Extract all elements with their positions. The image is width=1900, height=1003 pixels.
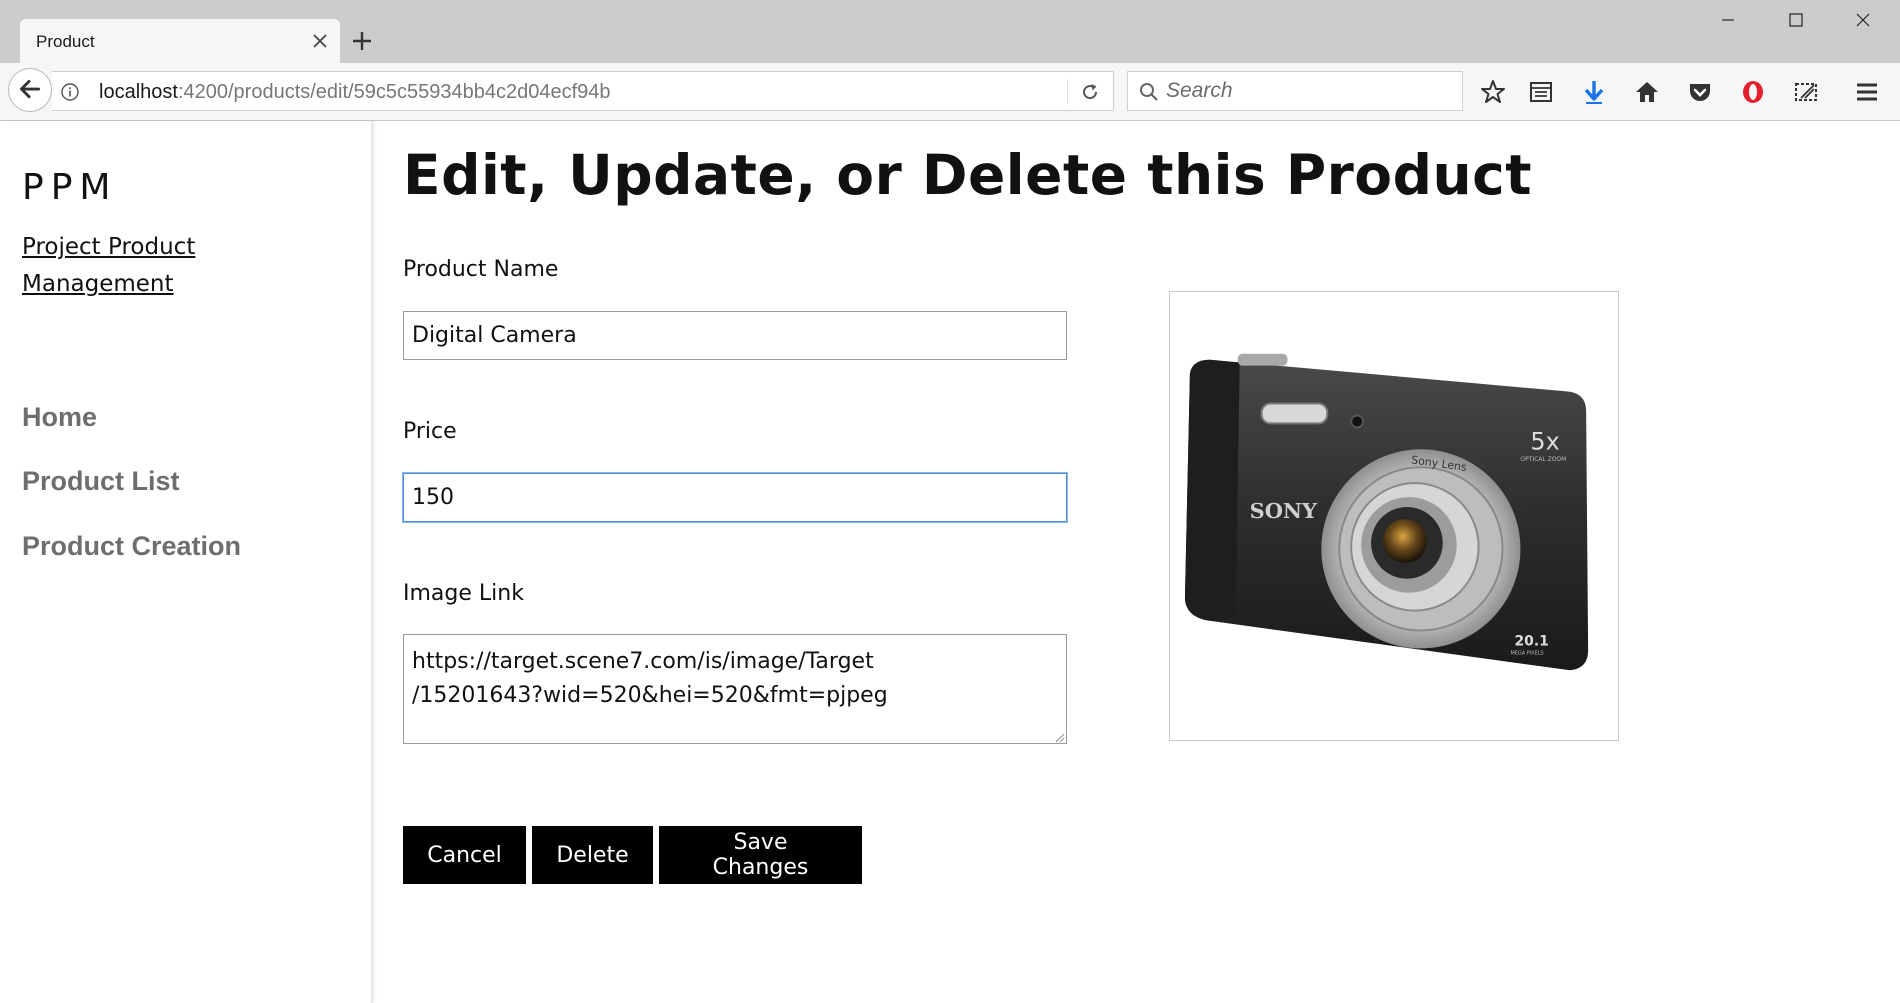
screenshot-icon[interactable] [1792, 78, 1820, 106]
camera-megapixels-text: 20.1 [1514, 633, 1548, 649]
image-link-textarea[interactable] [403, 634, 1067, 744]
resize-grip-icon[interactable] [1053, 731, 1065, 743]
sidebar-item-product-list[interactable]: Product List [22, 466, 180, 497]
reload-icon[interactable] [1079, 81, 1101, 103]
sidebar: PPM Project Product Management Home Prod… [0, 121, 373, 1003]
sidebar-item-home[interactable]: Home [22, 402, 97, 433]
product-image-preview: SONY 5x OPTICAL ZOOM Sony Lens 20.1 MEGA… [1169, 291, 1619, 741]
camera-brand-text: SONY [1250, 498, 1318, 523]
maximize-window-icon[interactable] [1776, 6, 1816, 34]
url-bar[interactable]: localhost:4200/products/edit/59c5c55934b… [52, 71, 1114, 111]
home-icon[interactable] [1633, 78, 1661, 106]
delete-button[interactable]: Delete [532, 826, 653, 884]
price-input[interactable] [403, 473, 1067, 522]
download-icon[interactable] [1580, 78, 1608, 106]
page: PPM Project Product Management Home Prod… [0, 121, 1900, 1003]
url-separator [1067, 79, 1068, 105]
product-name-label: Product Name [403, 257, 559, 282]
tab-title: Product [36, 32, 95, 51]
minimize-window-icon[interactable] [1708, 6, 1748, 34]
cancel-button[interactable]: Cancel [403, 826, 526, 884]
search-bar[interactable] [1127, 71, 1463, 111]
close-tab-icon[interactable] [310, 31, 330, 51]
search-icon [1140, 83, 1158, 101]
close-window-icon[interactable] [1843, 6, 1883, 34]
price-label: Price [403, 419, 457, 444]
back-arrow-icon [19, 79, 41, 99]
brand-subtitle-link[interactable]: Project Product Management [22, 229, 272, 303]
camera-zoom-sub-text: OPTICAL ZOOM [1520, 456, 1566, 463]
menu-icon[interactable] [1853, 78, 1881, 106]
browser-tab[interactable]: Product [20, 19, 340, 63]
image-link-wrapper [403, 634, 1067, 744]
image-link-label: Image Link [403, 581, 524, 606]
url-host: localhost [99, 81, 178, 103]
url-text[interactable]: localhost:4200/products/edit/59c5c55934b… [99, 81, 611, 104]
back-button[interactable] [8, 68, 52, 112]
brand-logo: PPM [22, 167, 118, 208]
camera-megapixels-sub-text: MEGA PIXELS [1510, 650, 1543, 656]
sidebar-item-product-creation[interactable]: Product Creation [22, 531, 241, 562]
page-title: Edit, Update, or Delete this Product [403, 143, 1533, 207]
camera-zoom-text: 5x [1530, 427, 1559, 455]
bookmark-star-icon[interactable] [1479, 78, 1507, 106]
save-changes-button[interactable]: Save Changes [659, 826, 862, 884]
reader-list-icon[interactable] [1527, 78, 1555, 106]
site-info-icon[interactable] [60, 82, 80, 102]
search-input[interactable] [1166, 72, 1456, 110]
opera-icon[interactable] [1739, 78, 1767, 106]
new-tab-icon[interactable] [350, 29, 374, 53]
browser-tab-bar: Product [0, 0, 1900, 63]
product-name-input[interactable] [403, 311, 1067, 360]
camera-image: SONY 5x OPTICAL ZOOM Sony Lens 20.1 MEGA… [1184, 353, 1589, 671]
browser-nav-bar: localhost:4200/products/edit/59c5c55934b… [0, 63, 1900, 121]
url-path: :4200/products/edit/59c5c55934bb4c2d04ec… [177, 81, 611, 103]
pocket-icon[interactable] [1686, 78, 1714, 106]
